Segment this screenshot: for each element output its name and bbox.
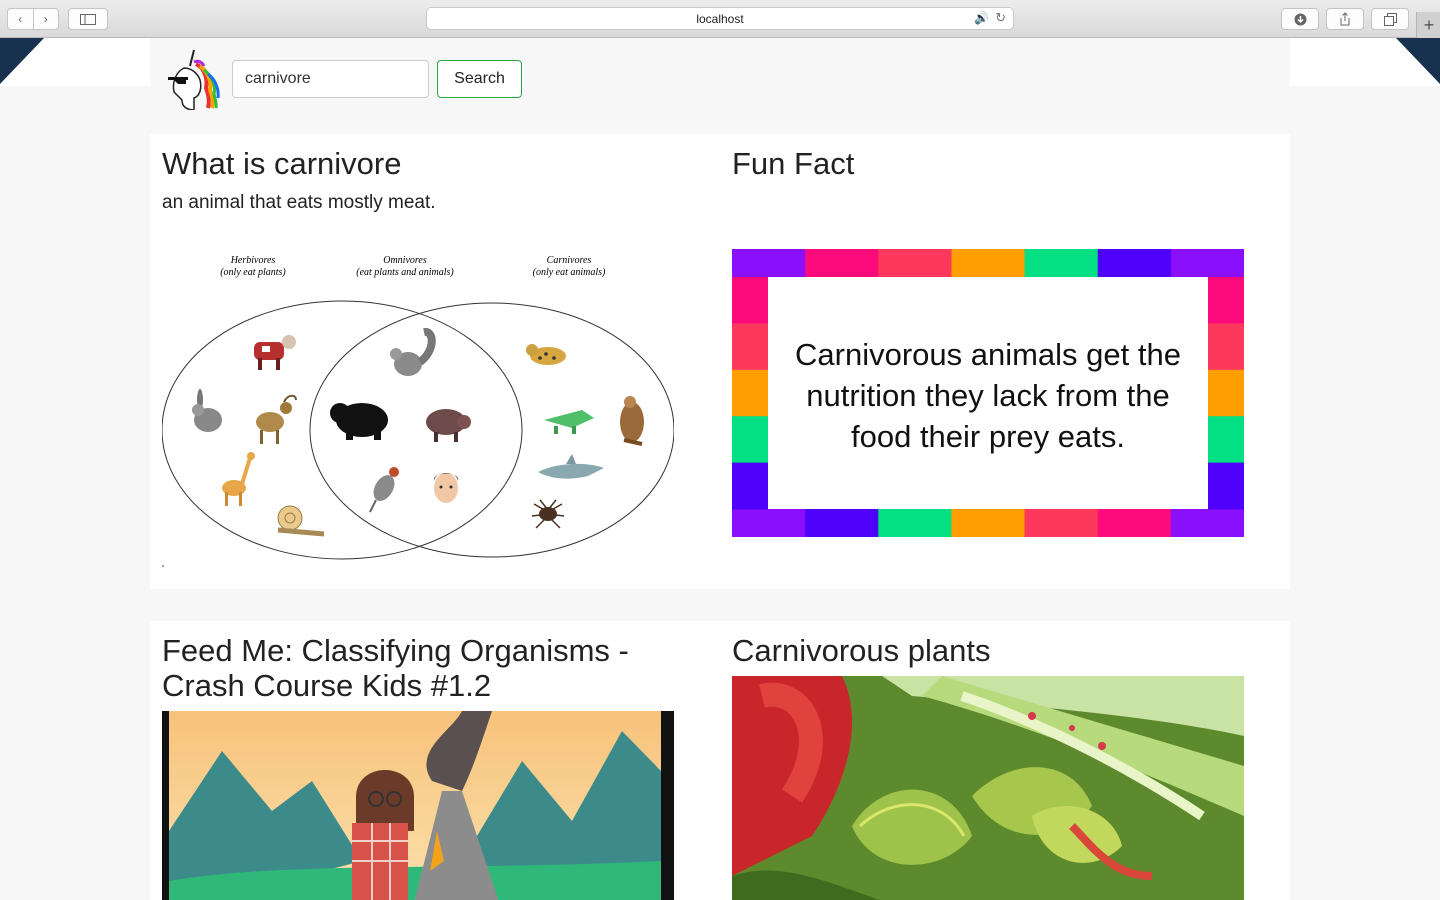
fun-fact-title: Fun Fact: [732, 146, 855, 181]
jaguar-icon: [526, 344, 566, 365]
border-tile-left: [732, 323, 768, 371]
venn-sub-carnivores: (only eat animals): [533, 267, 606, 278]
results-row-1: What is carnivore an animal that eats mo…: [150, 134, 1290, 589]
snail-icon: [277, 505, 325, 537]
border-tile-left: [732, 369, 768, 417]
results-row-2: Feed Me: Classifying Organisms - Crash C…: [150, 621, 1290, 900]
sidebar-toggle-button[interactable]: [68, 8, 108, 30]
border-tile-bottom: [1170, 509, 1244, 537]
unicorn-logo-icon: [168, 49, 220, 110]
stray-dot: [162, 565, 164, 567]
border-tile-right: [1208, 462, 1244, 510]
fun-fact-line-3: food their prey eats.: [851, 419, 1125, 454]
definition-text: an animal that eats mostly meat.: [162, 192, 436, 213]
url-text: localhost: [696, 12, 744, 26]
venn-diagram: Herbivores (only eat plants) Omnivores (…: [162, 255, 674, 567]
venn-sub-omnivores: (eat plants and animals): [356, 267, 454, 278]
border-tile-top: [1024, 249, 1099, 277]
border-tile-bottom: [1024, 509, 1099, 537]
search-button[interactable]: Search: [437, 60, 522, 98]
eagle-icon: [620, 396, 644, 446]
border-tile-top: [951, 249, 1026, 277]
boar-icon: [426, 409, 471, 442]
fun-fact-image: Carnivorous animals get the nutrition th…: [732, 249, 1244, 537]
border-tile-left: [732, 462, 768, 510]
border-tile-top: [1097, 249, 1172, 277]
definition-title: What is carnivore: [162, 146, 402, 181]
border-tile-bottom: [805, 509, 879, 537]
plants-title: Carnivorous plants: [732, 633, 991, 668]
venus-flytrap-image: [732, 676, 1244, 900]
video-title: Feed Me: Classifying Organisms - Crash C…: [162, 633, 629, 703]
fun-fact-line-1: Carnivorous animals get the: [795, 337, 1181, 372]
search-input[interactable]: [232, 60, 429, 98]
corner-decoration-left: [0, 38, 44, 84]
border-tile-right: [1208, 416, 1244, 464]
border-tile-bottom: [878, 509, 952, 537]
new-tab-plus-icon[interactable]: +: [1416, 12, 1440, 38]
border-tile-right: [1208, 323, 1244, 371]
forward-icon[interactable]: ›: [32, 9, 59, 29]
video-player[interactable]: [162, 711, 674, 900]
share-button[interactable]: [1326, 8, 1364, 30]
venn-label-omnivores: Omnivores: [383, 255, 427, 266]
giraffe-icon: [222, 452, 255, 506]
goat-icon: [256, 394, 297, 444]
border-tile-top: [805, 249, 879, 277]
page-container: Search What is carnivore an animal that …: [150, 38, 1290, 900]
history-nav: ‹ ›: [7, 8, 59, 30]
venn-label-carnivores: Carnivores: [547, 255, 592, 266]
share-icon: [1340, 12, 1350, 26]
cow-icon: [254, 335, 296, 370]
corner-decoration-right: [1396, 38, 1440, 84]
rabbit-icon: [192, 389, 222, 432]
tabs-overview-button[interactable]: [1371, 8, 1409, 30]
download-icon: [1294, 13, 1306, 25]
spider-icon: [531, 499, 565, 529]
crocodile-icon: [544, 410, 594, 434]
border-tile-bottom: [732, 509, 806, 537]
speaker-icon[interactable]: 🔊: [974, 11, 989, 25]
downloads-button[interactable]: [1281, 8, 1319, 30]
border-tile-top: [878, 249, 952, 277]
fun-fact-line-2: nutrition they lack from the: [806, 378, 1170, 413]
border-tile-bottom: [1097, 509, 1172, 537]
border-tile-bottom: [951, 509, 1026, 537]
bear-icon: [330, 403, 388, 440]
tabs-icon: [1383, 12, 1397, 26]
border-tile-right: [1208, 369, 1244, 417]
search-header: Search: [150, 38, 1290, 134]
venn-sub-herbivores: (only eat plants): [220, 267, 286, 278]
sidebar-icon: [80, 13, 96, 25]
border-tile-top: [1170, 249, 1244, 277]
bird-icon: [369, 467, 399, 513]
border-tile-left: [732, 416, 768, 464]
border-tile-top: [732, 249, 806, 277]
address-bar[interactable]: localhost 🔊 ↻: [426, 7, 1014, 30]
border-tile-left: [732, 277, 768, 324]
border-tile-right: [1208, 277, 1244, 324]
human-face-icon: [434, 473, 458, 503]
browser-toolbar: ‹ › localhost 🔊 ↻ +: [0, 0, 1440, 38]
video-thumbnail: [169, 711, 661, 900]
venn-label-herbivores: Herbivores: [230, 255, 276, 266]
back-icon[interactable]: ‹: [8, 9, 33, 29]
shark-icon: [538, 454, 604, 479]
reload-icon[interactable]: ↻: [995, 10, 1006, 26]
squirrel-icon: [390, 328, 436, 376]
